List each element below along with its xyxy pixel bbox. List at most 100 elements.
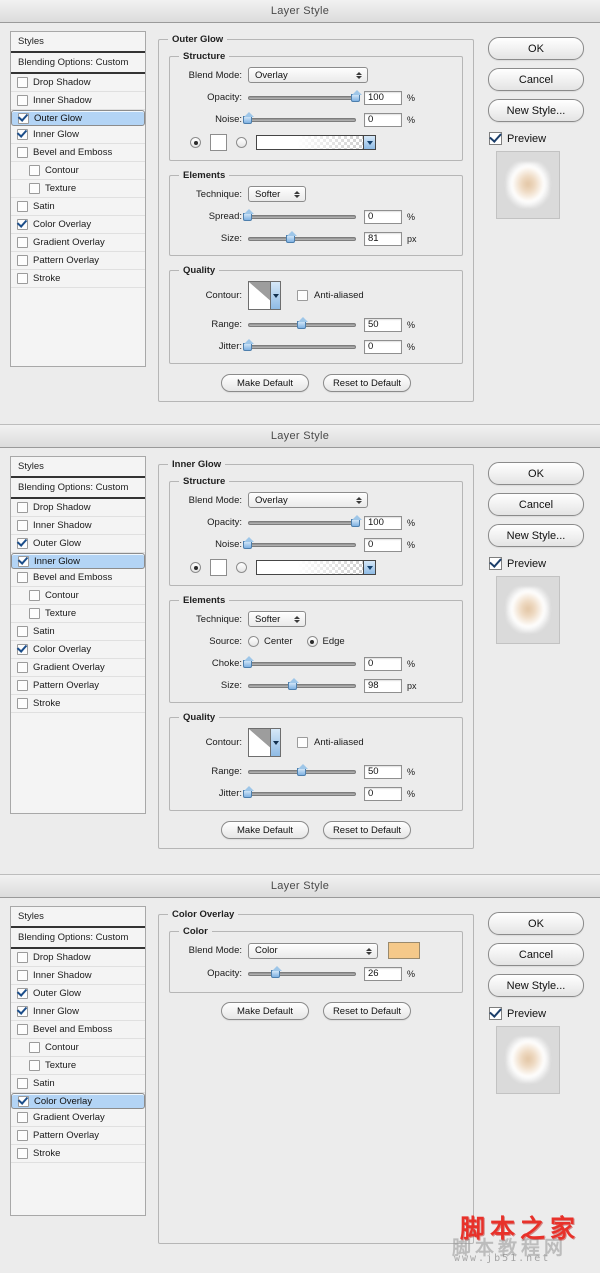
gradient-picker[interactable] (256, 560, 376, 575)
sidebar-item-inner-glow[interactable]: Inner Glow (11, 1003, 145, 1021)
slider-thumb[interactable] (271, 965, 282, 979)
ok-button[interactable]: OK (488, 462, 584, 485)
new-style-button[interactable]: New Style... (488, 524, 584, 547)
anti-aliased-checkbox[interactable] (297, 737, 308, 748)
effect-enable-checkbox[interactable] (29, 183, 40, 194)
effect-enable-checkbox[interactable] (17, 147, 28, 158)
cancel-button[interactable]: Cancel (488, 493, 584, 516)
effect-enable-checkbox[interactable] (17, 95, 28, 106)
new-style-button[interactable]: New Style... (488, 99, 584, 122)
contour-preset-picker[interactable] (248, 281, 281, 310)
preview-checkbox[interactable] (489, 557, 502, 570)
effect-enable-checkbox[interactable] (17, 970, 28, 981)
new-style-button[interactable]: New Style... (488, 974, 584, 997)
opacity-slider[interactable] (248, 89, 362, 105)
source-center-radio[interactable] (248, 636, 259, 647)
slider-thumb[interactable] (243, 111, 254, 125)
solid-color-swatch[interactable] (210, 559, 227, 576)
sidebar-item-contour[interactable]: Contour (11, 162, 145, 180)
effect-enable-checkbox[interactable] (29, 590, 40, 601)
sidebar-item-inner-shadow[interactable]: Inner Shadow (11, 92, 145, 110)
range-slider[interactable] (248, 316, 356, 332)
slider-thumb[interactable] (243, 785, 254, 799)
opacity-slider[interactable] (248, 514, 362, 530)
gradient-radio[interactable] (236, 137, 247, 148)
sidebar-item-stroke[interactable]: Stroke (11, 270, 145, 288)
effect-enable-checkbox[interactable] (18, 1095, 29, 1107)
choke-slider[interactable] (243, 655, 356, 671)
technique-select[interactable]: Softer (248, 611, 306, 627)
effect-enable-checkbox[interactable] (29, 1060, 40, 1071)
opacity-input[interactable]: 26 (364, 966, 402, 981)
contour-preset-picker[interactable] (248, 728, 281, 757)
make-default-button[interactable]: Make Default (221, 374, 309, 392)
sidebar-item-gradient-overlay[interactable]: Gradient Overlay (11, 659, 145, 677)
effect-enable-checkbox[interactable] (17, 273, 28, 284)
effect-enable-checkbox[interactable] (29, 608, 40, 619)
sidebar-item-stroke[interactable]: Stroke (11, 1145, 145, 1163)
sidebar-item-bevel-and-emboss[interactable]: Bevel and Emboss (11, 569, 145, 587)
noise-slider[interactable] (243, 536, 356, 552)
sidebar-item-outer-glow[interactable]: Outer Glow (11, 110, 145, 126)
gradient-radio[interactable] (236, 562, 247, 573)
sidebar-item-gradient-overlay[interactable]: Gradient Overlay (11, 1109, 145, 1127)
size-input[interactable]: 98 (364, 678, 402, 693)
opacity-input[interactable]: 100 (364, 515, 402, 530)
noise-slider[interactable] (243, 111, 356, 127)
effect-enable-checkbox[interactable] (17, 1112, 28, 1123)
reset-to-default-button[interactable]: Reset to Default (323, 374, 411, 392)
effect-enable-checkbox[interactable] (17, 237, 28, 248)
effect-enable-checkbox[interactable] (17, 1024, 28, 1035)
range-input[interactable]: 50 (364, 317, 402, 332)
slider-thumb[interactable] (286, 230, 297, 244)
slider-thumb[interactable] (351, 89, 362, 103)
sidebar-item-satin[interactable]: Satin (11, 1075, 145, 1093)
effect-enable-checkbox[interactable] (17, 572, 28, 583)
preview-toggle-row[interactable]: Preview (480, 557, 546, 570)
slider-thumb[interactable] (297, 763, 308, 777)
solid-color-swatch[interactable] (210, 134, 227, 151)
cancel-button[interactable]: Cancel (488, 943, 584, 966)
gradient-dropdown-arrow-icon[interactable] (363, 561, 375, 574)
sidebar-item-satin[interactable]: Satin (11, 623, 145, 641)
effect-enable-checkbox[interactable] (17, 520, 28, 531)
effect-enable-checkbox[interactable] (18, 112, 29, 124)
sidebar-item-inner-shadow[interactable]: Inner Shadow (11, 517, 145, 535)
effect-enable-checkbox[interactable] (17, 698, 28, 709)
preview-toggle-row[interactable]: Preview (480, 132, 546, 145)
source-edge-radio[interactable] (306, 636, 318, 647)
sidebar-item-contour[interactable]: Contour (11, 1039, 145, 1057)
effect-enable-checkbox[interactable] (17, 644, 28, 655)
sidebar-item-inner-glow[interactable]: Inner Glow (11, 553, 145, 569)
contour-dropdown-arrow-icon[interactable] (270, 282, 280, 309)
effect-enable-checkbox[interactable] (17, 1006, 28, 1017)
effect-enable-checkbox[interactable] (29, 165, 40, 176)
slider-thumb[interactable] (243, 536, 254, 550)
blending-options-item[interactable]: Blending Options: Custom (11, 928, 145, 949)
sidebar-item-bevel-and-emboss[interactable]: Bevel and Emboss (11, 144, 145, 162)
slider-thumb[interactable] (297, 316, 308, 330)
blend-mode-select[interactable]: Overlay (248, 492, 368, 508)
sidebar-item-pattern-overlay[interactable]: Pattern Overlay (11, 677, 145, 695)
slider-thumb[interactable] (288, 677, 299, 691)
blending-options-item[interactable]: Blending Options: Custom (11, 53, 145, 74)
sidebar-item-gradient-overlay[interactable]: Gradient Overlay (11, 234, 145, 252)
effect-enable-checkbox[interactable] (17, 626, 28, 637)
effect-enable-checkbox[interactable] (17, 988, 28, 999)
sidebar-item-pattern-overlay[interactable]: Pattern Overlay (11, 252, 145, 270)
effect-enable-checkbox[interactable] (17, 129, 28, 140)
effect-enable-checkbox[interactable] (17, 1148, 28, 1159)
effect-enable-checkbox[interactable] (17, 255, 28, 266)
slider-thumb[interactable] (351, 514, 362, 528)
range-slider[interactable] (248, 763, 356, 779)
opacity-input[interactable]: 100 (364, 90, 402, 105)
sidebar-item-color-overlay[interactable]: Color Overlay (11, 216, 145, 234)
sidebar-item-texture[interactable]: Texture (11, 180, 145, 198)
sidebar-item-color-overlay[interactable]: Color Overlay (11, 1093, 145, 1109)
effect-enable-checkbox[interactable] (17, 538, 28, 549)
sidebar-item-drop-shadow[interactable]: Drop Shadow (11, 499, 145, 517)
gradient-dropdown-arrow-icon[interactable] (363, 136, 375, 149)
choke-input[interactable]: 0 (364, 656, 402, 671)
effect-enable-checkbox[interactable] (17, 952, 28, 963)
sidebar-item-inner-shadow[interactable]: Inner Shadow (11, 967, 145, 985)
